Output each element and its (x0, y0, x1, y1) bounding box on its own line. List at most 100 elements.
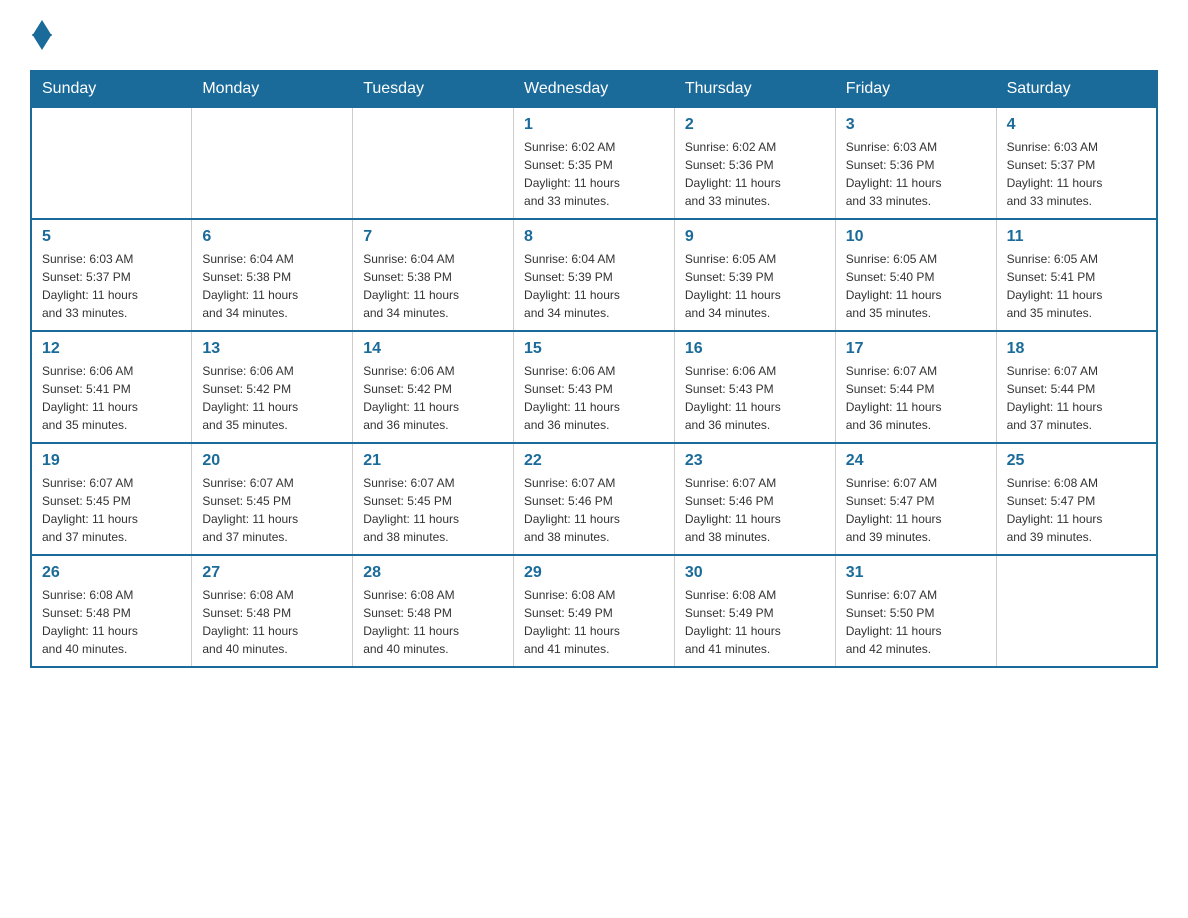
col-tuesday: Tuesday (353, 71, 514, 107)
day-number: 21 (363, 452, 503, 470)
day-number: 26 (42, 564, 181, 582)
calendar-cell (192, 107, 353, 219)
header-row: Sunday Monday Tuesday Wednesday Thursday… (31, 71, 1157, 107)
calendar-cell: 28 Sunrise: 6:08 AM Sunset: 5:48 PM Dayli… (353, 555, 514, 667)
calendar-cell: 14 Sunrise: 6:06 AM Sunset: 5:42 PM Dayli… (353, 331, 514, 443)
day-number: 18 (1007, 340, 1146, 358)
day-detail: Sunrise: 6:07 AM Sunset: 5:46 PM Dayligh… (685, 474, 825, 546)
calendar-cell: 4 Sunrise: 6:03 AM Sunset: 5:37 PM Daylig… (996, 107, 1157, 219)
day-detail: Sunrise: 6:07 AM Sunset: 5:47 PM Dayligh… (846, 474, 986, 546)
day-detail: Sunrise: 6:04 AM Sunset: 5:38 PM Dayligh… (363, 250, 503, 322)
day-number: 23 (685, 452, 825, 470)
calendar-week-1: 1 Sunrise: 6:02 AM Sunset: 5:35 PM Daylig… (31, 107, 1157, 219)
day-detail: Sunrise: 6:07 AM Sunset: 5:44 PM Dayligh… (1007, 362, 1146, 434)
calendar-cell: 13Sunrise: 6:06 AM Sunset: 5:42 PM Dayli… (192, 331, 353, 443)
day-detail: Sunrise: 6:07 AM Sunset: 5:46 PM Dayligh… (524, 474, 664, 546)
day-number: 25 (1007, 452, 1146, 470)
day-detail: Sunrise: 6:03 AM Sunset: 5:37 PM Dayligh… (42, 250, 181, 322)
day-detail: Sunrise: 6:05 AM Sunset: 5:40 PM Dayligh… (846, 250, 986, 322)
calendar-week-3: 12 Sunrise: 6:06 AM Sunset: 5:41 PM Dayli… (31, 331, 1157, 443)
day-detail: Sunrise: 6:02 AM Sunset: 5:36 PM Dayligh… (685, 138, 825, 210)
day-detail: Sunrise: 6:06 AM Sunset: 5:43 PM Dayligh… (524, 362, 664, 434)
day-number: 31 (846, 564, 986, 582)
day-number: 29 (524, 564, 664, 582)
col-thursday: Thursday (674, 71, 835, 107)
day-number: 10 (846, 228, 986, 246)
day-detail: Sunrise: 6:06 AM Sunset: 5:41 PM Dayligh… (42, 362, 181, 434)
calendar-cell: 5 Sunrise: 6:03 AM Sunset: 5:37 PM Daylig… (31, 219, 192, 331)
day-number: 20 (202, 452, 342, 470)
calendar-cell: 19 Sunrise: 6:07 AM Sunset: 5:45 PM Dayli… (31, 443, 192, 555)
day-number: 30 (685, 564, 825, 582)
day-number: 3 (846, 116, 986, 134)
calendar-cell: 22Sunrise: 6:07 AM Sunset: 5:46 PM Dayli… (514, 443, 675, 555)
day-number: 14 (363, 340, 503, 358)
day-detail: Sunrise: 6:08 AM Sunset: 5:48 PM Dayligh… (42, 586, 181, 658)
calendar-cell: 10 Sunrise: 6:05 AM Sunset: 5:40 PM Dayli… (835, 219, 996, 331)
day-number: 2 (685, 116, 825, 134)
calendar-cell: 1 Sunrise: 6:02 AM Sunset: 5:35 PM Daylig… (514, 107, 675, 219)
day-number: 4 (1007, 116, 1146, 134)
day-number: 19 (42, 452, 181, 470)
col-sunday: Sunday (31, 71, 192, 107)
day-number: 1 (524, 116, 664, 134)
day-number: 13 (202, 340, 342, 358)
calendar-cell (31, 107, 192, 219)
day-detail: Sunrise: 6:02 AM Sunset: 5:35 PM Dayligh… (524, 138, 664, 210)
calendar-week-2: 5 Sunrise: 6:03 AM Sunset: 5:37 PM Daylig… (31, 219, 1157, 331)
day-detail: Sunrise: 6:08 AM Sunset: 5:49 PM Dayligh… (685, 586, 825, 658)
day-number: 11 (1007, 228, 1146, 246)
page-header (30, 20, 1158, 50)
calendar-cell: 18 Sunrise: 6:07 AM Sunset: 5:44 PM Dayli… (996, 331, 1157, 443)
day-detail: Sunrise: 6:04 AM Sunset: 5:38 PM Dayligh… (202, 250, 342, 322)
calendar-cell (996, 555, 1157, 667)
day-number: 12 (42, 340, 181, 358)
day-number: 28 (363, 564, 503, 582)
calendar-cell: 23 Sunrise: 6:07 AM Sunset: 5:46 PM Dayli… (674, 443, 835, 555)
calendar-cell (353, 107, 514, 219)
day-detail: Sunrise: 6:07 AM Sunset: 5:50 PM Dayligh… (846, 586, 986, 658)
calendar-week-4: 19 Sunrise: 6:07 AM Sunset: 5:45 PM Dayli… (31, 443, 1157, 555)
day-number: 9 (685, 228, 825, 246)
calendar-cell: 6 Sunrise: 6:04 AM Sunset: 5:38 PM Daylig… (192, 219, 353, 331)
day-detail: Sunrise: 6:07 AM Sunset: 5:45 PM Dayligh… (363, 474, 503, 546)
day-number: 8 (524, 228, 664, 246)
day-detail: Sunrise: 6:08 AM Sunset: 5:47 PM Dayligh… (1007, 474, 1146, 546)
day-detail: Sunrise: 6:05 AM Sunset: 5:41 PM Dayligh… (1007, 250, 1146, 322)
day-number: 7 (363, 228, 503, 246)
calendar-cell: 26 Sunrise: 6:08 AM Sunset: 5:48 PM Dayli… (31, 555, 192, 667)
calendar-week-5: 26 Sunrise: 6:08 AM Sunset: 5:48 PM Dayli… (31, 555, 1157, 667)
day-number: 5 (42, 228, 181, 246)
calendar-cell: 7 Sunrise: 6:04 AM Sunset: 5:38 PM Daylig… (353, 219, 514, 331)
calendar-cell: 21 Sunrise: 6:07 AM Sunset: 5:45 PM Dayli… (353, 443, 514, 555)
calendar-cell: 15 Sunrise: 6:06 AM Sunset: 5:43 PM Dayli… (514, 331, 675, 443)
calendar-cell: 8 Sunrise: 6:04 AM Sunset: 5:39 PM Daylig… (514, 219, 675, 331)
day-detail: Sunrise: 6:03 AM Sunset: 5:37 PM Dayligh… (1007, 138, 1146, 210)
day-number: 6 (202, 228, 342, 246)
calendar-cell: 30 Sunrise: 6:08 AM Sunset: 5:49 PM Dayli… (674, 555, 835, 667)
day-number: 15 (524, 340, 664, 358)
day-detail: Sunrise: 6:08 AM Sunset: 5:49 PM Dayligh… (524, 586, 664, 658)
calendar-cell: 11 Sunrise: 6:05 AM Sunset: 5:41 PM Dayli… (996, 219, 1157, 331)
calendar-cell: 24Sunrise: 6:07 AM Sunset: 5:47 PM Dayli… (835, 443, 996, 555)
calendar-cell: 16Sunrise: 6:06 AM Sunset: 5:43 PM Dayli… (674, 331, 835, 443)
col-saturday: Saturday (996, 71, 1157, 107)
calendar-cell: 25 Sunrise: 6:08 AM Sunset: 5:47 PM Dayli… (996, 443, 1157, 555)
day-detail: Sunrise: 6:08 AM Sunset: 5:48 PM Dayligh… (202, 586, 342, 658)
col-wednesday: Wednesday (514, 71, 675, 107)
day-detail: Sunrise: 6:07 AM Sunset: 5:44 PM Dayligh… (846, 362, 986, 434)
day-detail: Sunrise: 6:06 AM Sunset: 5:42 PM Dayligh… (363, 362, 503, 434)
calendar-table: Sunday Monday Tuesday Wednesday Thursday… (30, 70, 1158, 668)
day-detail: Sunrise: 6:08 AM Sunset: 5:48 PM Dayligh… (363, 586, 503, 658)
day-detail: Sunrise: 6:07 AM Sunset: 5:45 PM Dayligh… (42, 474, 181, 546)
day-number: 17 (846, 340, 986, 358)
calendar-cell: 9Sunrise: 6:05 AM Sunset: 5:39 PM Daylig… (674, 219, 835, 331)
calendar-cell: 12 Sunrise: 6:06 AM Sunset: 5:41 PM Dayli… (31, 331, 192, 443)
day-number: 16 (685, 340, 825, 358)
calendar-cell: 31 Sunrise: 6:07 AM Sunset: 5:50 PM Dayli… (835, 555, 996, 667)
logo (30, 20, 52, 50)
calendar-cell: 27Sunrise: 6:08 AM Sunset: 5:48 PM Dayli… (192, 555, 353, 667)
col-friday: Friday (835, 71, 996, 107)
calendar-cell: 29 Sunrise: 6:08 AM Sunset: 5:49 PM Dayli… (514, 555, 675, 667)
day-detail: Sunrise: 6:04 AM Sunset: 5:39 PM Dayligh… (524, 250, 664, 322)
